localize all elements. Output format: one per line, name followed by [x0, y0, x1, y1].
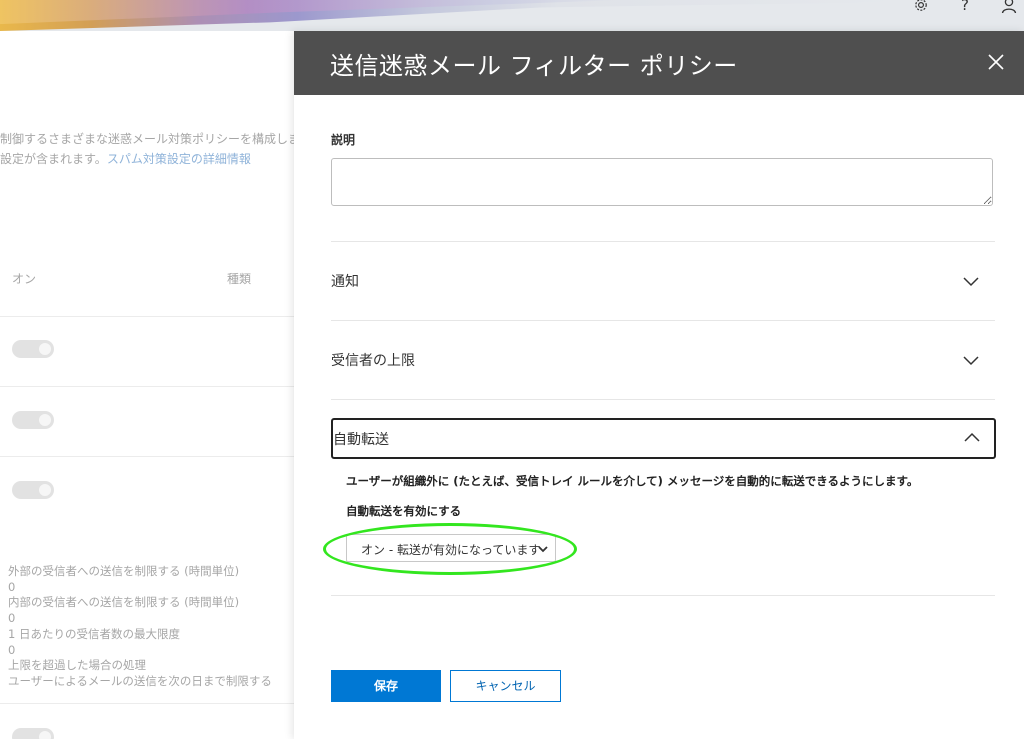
section-recipient-limits[interactable]: 受信者の上限: [331, 340, 995, 380]
column-header-on: オン: [12, 272, 37, 286]
section-divider: [331, 320, 995, 321]
detail-line: 0: [8, 642, 16, 657]
panel-header: 送信迷惑メール フィルター ポリシー: [294, 31, 1024, 95]
person-icon[interactable]: [998, 0, 1020, 18]
detail-line: 1 日あたりの受信者数の最大限度: [8, 626, 180, 641]
row-divider: [0, 386, 294, 387]
section-notifications[interactable]: 通知: [331, 261, 995, 301]
detail-line: 内部の受信者への送信を制限する (時間単位): [8, 595, 240, 610]
detail-line: ユーザーによるメールの送信を次の日まで制限する: [8, 673, 272, 688]
select-value: オン - 転送が有効になっています: [361, 543, 541, 557]
section-label: 自動転送: [333, 432, 389, 448]
auto-forward-select[interactable]: オン - 転送が有効になっています: [346, 534, 556, 562]
policy-flyout-panel: 送信迷惑メール フィルター ポリシー 説明 通知 受信者の上限 自動転送 ユーザ…: [294, 31, 1024, 739]
auto-forward-description: ユーザーが組織外に (たとえば、受信トレイ ルールを介して) メッセージを自動的…: [346, 474, 919, 488]
close-button[interactable]: [984, 51, 1008, 75]
description-textarea[interactable]: [331, 158, 993, 206]
section-auto-forwarding[interactable]: 自動転送: [331, 418, 996, 459]
panel-title: 送信迷惑メール フィルター ポリシー: [330, 52, 738, 80]
top-bar: ?: [0, 0, 1024, 31]
chevron-down-icon: [538, 546, 548, 553]
section-divider: [331, 241, 995, 242]
detail-line: 外部の受信者への送信を制限する (時間単位): [8, 564, 240, 578]
page-description-text: 設定が含まれます。: [0, 152, 107, 166]
detail-line: 上限を超過した場合の処理: [8, 658, 146, 673]
policy-details: 外部の受信者への送信を制限する (時間単位) 0 内部の受信者への送信を制限する…: [8, 564, 272, 690]
row-divider: [0, 316, 294, 317]
chevron-down-icon: [963, 277, 979, 287]
section-divider: [331, 399, 995, 400]
policy-toggle[interactable]: [12, 340, 54, 358]
cancel-button[interactable]: キャンセル: [450, 670, 561, 702]
learn-more-link[interactable]: スパム対策設定の詳細情報: [107, 152, 251, 166]
question-mark-icon[interactable]: ?: [954, 0, 976, 16]
page-description-line2: 設定が含まれます。スパム対策設定の詳細情報: [0, 149, 294, 169]
chevron-up-icon: [964, 432, 980, 442]
chevron-down-icon: [963, 356, 979, 366]
section-label: 受信者の上限: [331, 353, 415, 369]
save-button[interactable]: 保存: [331, 670, 441, 702]
section-label: 通知: [331, 274, 359, 290]
policy-toggle[interactable]: [12, 411, 54, 429]
section-divider: [331, 595, 995, 596]
detail-line: 0: [8, 579, 16, 594]
gear-icon[interactable]: [910, 0, 932, 18]
page-description: 制御するさまざまな迷惑メール対策ポリシーを構成します。( 設定が含まれます。スパ…: [0, 129, 294, 169]
description-label: 説明: [331, 133, 356, 147]
auto-forward-enable-label: 自動転送を有効にする: [346, 504, 462, 518]
page-description-line1: 制御するさまざまな迷惑メール対策ポリシーを構成します。(: [0, 132, 294, 146]
policy-toggle[interactable]: [12, 728, 54, 739]
policy-toggle[interactable]: [12, 481, 54, 499]
detail-line: 0: [8, 611, 16, 626]
column-header-type: 種類: [227, 272, 252, 286]
row-divider: [0, 456, 294, 457]
row-divider: [0, 703, 294, 704]
close-icon: [988, 54, 1004, 70]
background-page: 制御するさまざまな迷惑メール対策ポリシーを構成します。( 設定が含まれます。スパ…: [0, 31, 294, 739]
